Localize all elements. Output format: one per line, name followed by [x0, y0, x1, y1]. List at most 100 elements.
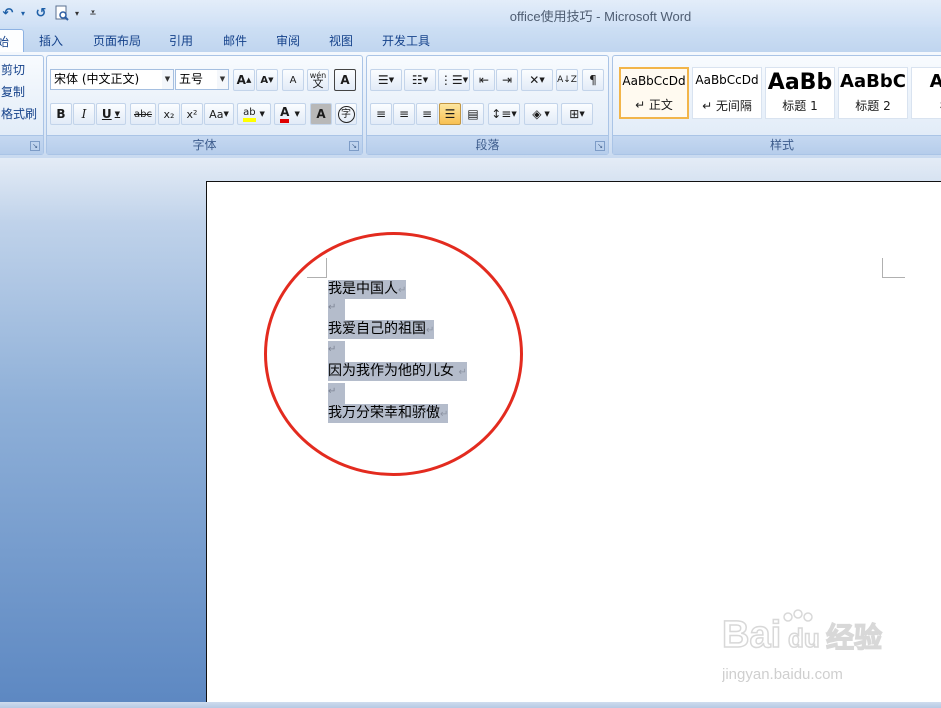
style-name: 标题 2	[855, 99, 891, 113]
italic-icon: I	[81, 107, 87, 121]
align-center-button[interactable]: ≡	[393, 103, 415, 125]
numbering-button[interactable]: ☷ ▼	[404, 69, 436, 91]
char-shading-icon: A	[316, 107, 326, 121]
baidu-watermark: Bai du 经验 jingyan.baidu.com	[721, 605, 890, 685]
highlight-button[interactable]: ab ▼	[237, 103, 271, 125]
style-heading-2[interactable]: AaBbC 标题 2	[838, 67, 908, 119]
multilevel-list-button[interactable]: ⋮☰ ▼	[438, 69, 470, 91]
decrease-indent-button[interactable]: ⇤	[473, 69, 495, 91]
grow-font-icon: A	[236, 73, 246, 87]
ribbon-tabs: 始 插入 页面布局 引用 邮件 审阅 视图 开发工具	[0, 27, 941, 52]
font-group-label: 字体	[47, 135, 362, 154]
ribbon: 剪切 复制 格式刷 ↘ 宋体 (中文正文) ▼ 五号 ▼ A ▲ A ▼ A wén…	[0, 52, 941, 159]
font-name-value: 宋体 (中文正文)	[54, 72, 140, 86]
enclose-char-icon: 字	[337, 105, 355, 123]
clipboard-launcher-icon[interactable]: ↘	[30, 141, 40, 151]
font-color-icon: A	[280, 105, 290, 123]
bold-button[interactable]: B	[50, 103, 72, 125]
tab-insert[interactable]: 插入	[39, 32, 63, 49]
char-shading-button[interactable]: A	[310, 103, 332, 125]
borders-button[interactable]: ⊞ ▼	[561, 103, 593, 125]
superscript-button[interactable]: x²	[181, 103, 203, 125]
style-normal[interactable]: AaBbCcDd ↵ 正文	[619, 67, 689, 119]
paragraph-group: ☰ ▼ ☷ ▼ ⋮☰ ▼ ⇤ ⇥ ✕ ▼ A↓Z ¶ ≡ ≡ ≡ ☰ ▤ ↕≡ ▼ ◈ ▼ …	[366, 55, 609, 155]
style-sample: AaBbCcDd	[695, 73, 759, 87]
paint-bucket-icon: ◈	[532, 107, 542, 121]
style-no-spacing[interactable]: AaBbCcDd ↵ 无间隔	[692, 67, 762, 119]
format-painter-button[interactable]: 格式刷	[1, 105, 37, 122]
font-size-value: 五号	[179, 72, 204, 86]
chevron-down-icon: ▼	[217, 70, 228, 89]
align-center-icon: ≡	[398, 107, 410, 121]
shading-button[interactable]: ◈ ▼	[524, 103, 558, 125]
font-name-combo[interactable]: 宋体 (中文正文) ▼	[50, 69, 174, 90]
justify-icon: ☰	[444, 107, 456, 121]
font-group: 宋体 (中文正文) ▼ 五号 ▼ A ▲ A ▼ A wén 文 A B I U ▼ a…	[46, 55, 363, 155]
title-bar: ↶ ▾ ↺ ▾ ⩡ office使用技巧 - Microsoft Word	[0, 0, 941, 27]
underline-button[interactable]: U ▼	[96, 103, 126, 125]
shrink-font-icon: A	[260, 74, 269, 86]
align-right-icon: ≡	[421, 107, 433, 121]
font-launcher-icon[interactable]: ↘	[349, 141, 359, 151]
multilevel-list-icon: ⋮☰	[439, 73, 463, 87]
chinese-layout-button[interactable]: ✕ ▼	[521, 69, 553, 91]
tab-references[interactable]: 引用	[169, 32, 193, 49]
increase-indent-button[interactable]: ⇥	[496, 69, 518, 91]
bullets-button[interactable]: ☰ ▼	[370, 69, 402, 91]
italic-button[interactable]: I	[73, 103, 95, 125]
paw-icon	[783, 609, 813, 622]
shrink-font-button[interactable]: A ▼	[256, 69, 278, 91]
clear-format-button[interactable]: A	[282, 69, 304, 91]
align-left-icon: ≡	[375, 107, 387, 121]
word-window: ↶ ▾ ↺ ▾ ⩡ office使用技巧 - Microsoft Word 始 …	[0, 0, 941, 708]
phonetic-guide-button[interactable]: wén 文	[307, 69, 329, 91]
line-spacing-icon: ↕≡	[491, 107, 512, 121]
enclose-char-button[interactable]: 字	[335, 103, 357, 125]
tab-home[interactable]: 始	[0, 29, 24, 52]
change-case-icon: Aa	[209, 107, 224, 121]
increase-indent-icon: ⇥	[501, 73, 513, 87]
strikethrough-button[interactable]: abc	[130, 103, 156, 125]
align-left-button[interactable]: ≡	[370, 103, 392, 125]
line-spacing-button[interactable]: ↕≡ ▼	[488, 103, 520, 125]
underline-icon: U	[101, 107, 112, 121]
cut-button[interactable]: 剪切	[1, 61, 25, 78]
tab-mailings[interactable]: 邮件	[223, 32, 247, 49]
numbered-list-icon: ☷	[411, 73, 423, 87]
font-size-combo[interactable]: 五号 ▼	[175, 69, 229, 90]
annotation-circle	[264, 232, 523, 476]
tab-review[interactable]: 审阅	[276, 32, 300, 49]
style-title[interactable]: AaI 标	[911, 67, 941, 119]
align-right-button[interactable]: ≡	[416, 103, 438, 125]
paragraph-launcher-icon[interactable]: ↘	[595, 141, 605, 151]
tab-developer[interactable]: 开发工具	[382, 32, 430, 49]
style-name: ↵ 正文	[635, 98, 673, 112]
change-case-button[interactable]: Aa ▼	[204, 103, 234, 125]
style-sample: AaBbC	[840, 71, 906, 92]
paragraph-mark-icon: ¶	[589, 73, 597, 87]
subscript-button[interactable]: x₂	[158, 103, 180, 125]
style-heading-1[interactable]: AaBb 标题 1	[765, 67, 835, 119]
superscript-icon: x²	[186, 107, 198, 121]
char-border-button[interactable]: A	[334, 69, 356, 91]
style-name: 标题 1	[782, 99, 818, 113]
crop-mark-top-right	[882, 258, 905, 278]
grow-font-button[interactable]: A ▲	[233, 69, 255, 91]
sort-icon: A↓Z	[557, 75, 577, 85]
subscript-icon: x₂	[163, 107, 175, 121]
tab-page-layout[interactable]: 页面布局	[93, 32, 141, 49]
copy-button[interactable]: 复制	[1, 83, 25, 100]
sort-button[interactable]: A↓Z	[556, 69, 578, 91]
style-sample: AaBb	[767, 70, 833, 95]
watermark-brand2: du	[788, 623, 820, 653]
style-name: ↵ 无间隔	[702, 99, 752, 113]
paragraph-group-label: 段落	[367, 135, 608, 154]
highlight-icon: ab	[243, 107, 256, 122]
font-color-button[interactable]: A ▼	[274, 103, 306, 125]
show-marks-button[interactable]: ¶	[582, 69, 604, 91]
tab-view[interactable]: 视图	[329, 32, 353, 49]
char-border-icon: A	[340, 73, 350, 87]
distributed-button[interactable]: ▤	[462, 103, 484, 125]
status-bar	[0, 702, 941, 708]
justify-button[interactable]: ☰	[439, 103, 461, 125]
